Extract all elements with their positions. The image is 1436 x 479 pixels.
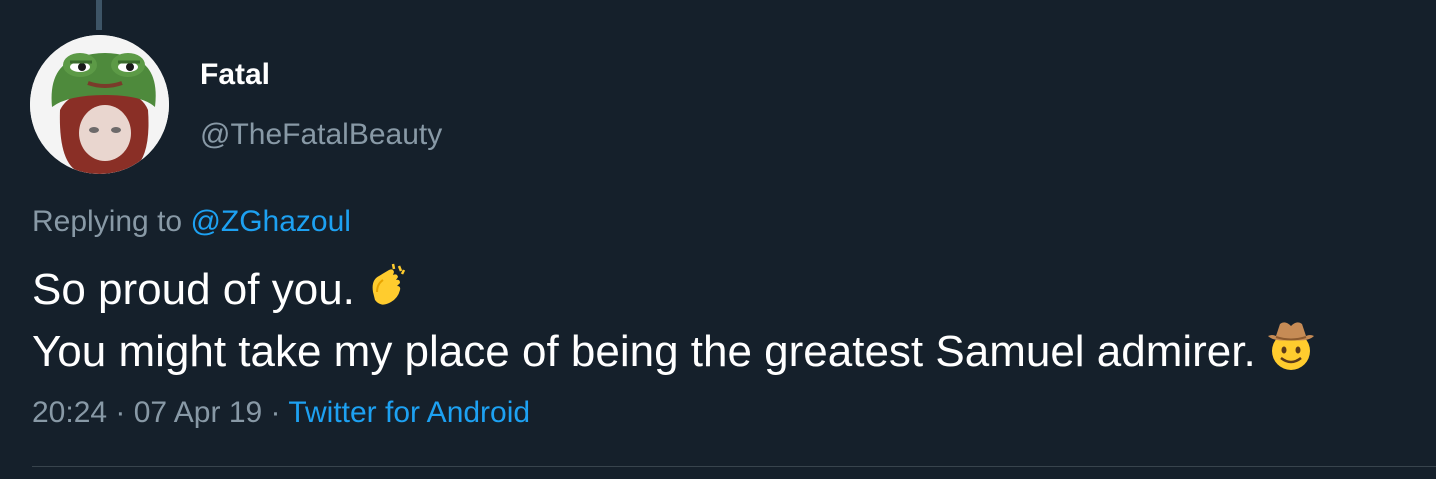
tweet-line-1: So proud of you.: [32, 260, 1318, 320]
replying-to-label: Replying to: [32, 205, 183, 238]
avatar-image: [30, 35, 169, 174]
meta-separator: ·: [107, 396, 134, 429]
meta-separator: ·: [262, 396, 289, 429]
display-name[interactable]: Fatal: [200, 58, 270, 92]
user-handle[interactable]: @TheFatalBeauty: [200, 118, 442, 152]
tweet-meta: 20:24 · 07 Apr 19 · Twitter for Android: [32, 396, 530, 430]
divider: [32, 466, 1436, 467]
mention-link[interactable]: @ZGhazoul: [190, 205, 351, 238]
tweet-text: So proud of you. You might take my place…: [32, 260, 1318, 382]
tweet-line-2-text: You might take my place of being the gre…: [32, 327, 1256, 376]
tweet-date[interactable]: 07 Apr 19: [134, 396, 262, 429]
tweet-time[interactable]: 20:24: [32, 396, 107, 429]
tweet-source-link[interactable]: Twitter for Android: [288, 396, 530, 429]
replying-to: Replying to @ZGhazoul: [32, 205, 351, 239]
avatar[interactable]: [30, 35, 169, 174]
tweet-line-2: You might take my place of being the gre…: [32, 320, 1318, 382]
thread-connector-line: [96, 0, 102, 30]
clapping-hands-emoji-icon: [363, 262, 411, 310]
cowboy-hat-face-emoji-icon: [1264, 320, 1318, 372]
tweet-line-1-text: So proud of you.: [32, 265, 355, 314]
